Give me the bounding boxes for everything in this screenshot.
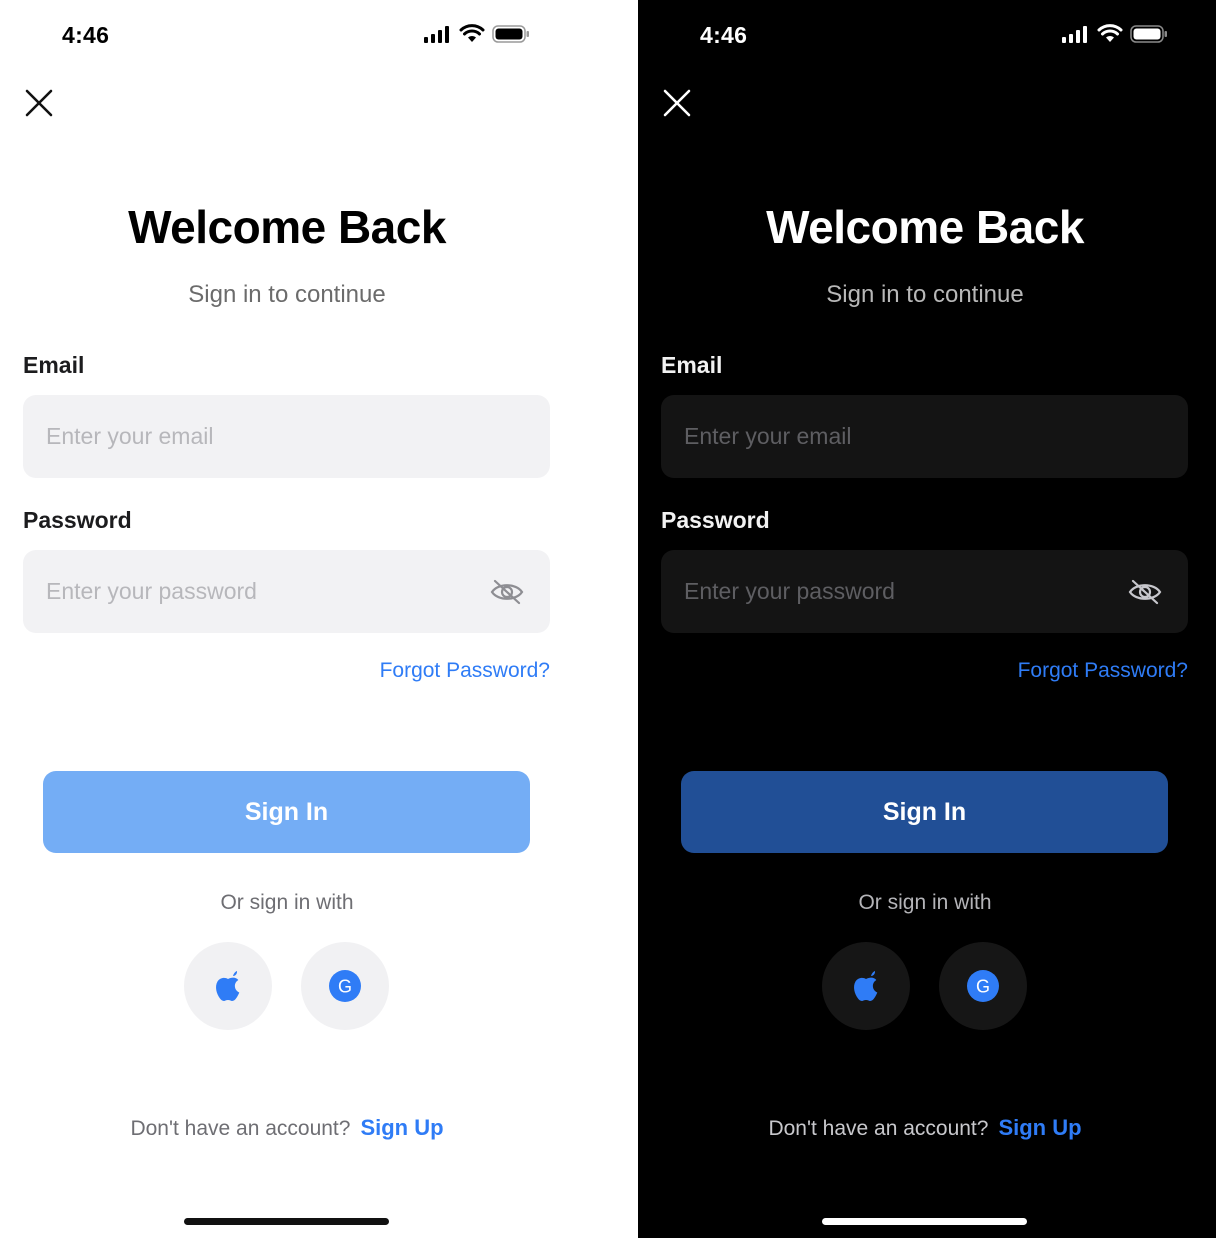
battery-icon (1130, 24, 1167, 43)
password-field-container (661, 550, 1188, 633)
email-field[interactable] (46, 423, 446, 450)
forgot-password-link[interactable]: Forgot Password? (0, 659, 550, 683)
dark-screen: 4:46 Welcome Back Sign in to continue Em… (638, 0, 1216, 1238)
home-indicator (822, 1218, 1027, 1225)
page-subtitle: Sign in to continue (826, 281, 1024, 308)
google-icon: G (967, 970, 999, 1002)
signal-icon (1062, 25, 1087, 43)
apple-icon (216, 971, 240, 1001)
wifi-icon (1097, 24, 1123, 42)
svg-text:G: G (976, 977, 990, 997)
signup-prompt: Don't have an account? Sign Up (638, 1115, 1212, 1141)
eye-slash-icon[interactable] (490, 578, 524, 606)
forgot-password-link[interactable]: Forgot Password? (638, 659, 1188, 683)
apple-icon (854, 971, 878, 1001)
status-time: 4:46 (62, 22, 110, 48)
email-field[interactable] (684, 423, 1084, 450)
svg-text:G: G (338, 977, 352, 997)
light-screen: 4:46 Welcome Back Sign in to continue Em… (0, 0, 638, 1238)
password-field[interactable] (46, 578, 446, 605)
battery-icon (492, 24, 529, 43)
signal-icon (424, 25, 449, 43)
social-divider-text: Or sign in with (220, 891, 354, 914)
sign-up-link[interactable]: Sign Up (998, 1115, 1081, 1140)
signup-prompt: Don't have an account? Sign Up (0, 1115, 574, 1141)
google-sign-in-button[interactable]: G (301, 942, 389, 1030)
eye-slash-icon[interactable] (1128, 578, 1162, 606)
signup-prompt-text: Don't have an account? (130, 1117, 351, 1140)
page-subtitle: Sign in to continue (188, 281, 386, 308)
status-icons (1062, 24, 1168, 43)
signup-prompt-text: Don't have an account? (768, 1117, 989, 1140)
home-indicator (184, 1218, 389, 1225)
password-label: Password (661, 507, 770, 533)
google-icon: G (329, 970, 361, 1002)
apple-sign-in-button[interactable] (822, 942, 910, 1030)
close-icon[interactable] (24, 88, 54, 118)
email-label: Email (661, 352, 723, 378)
sign-up-link[interactable]: Sign Up (360, 1115, 443, 1140)
close-icon[interactable] (662, 88, 692, 118)
email-field-container (23, 395, 550, 478)
sign-in-button[interactable]: Sign In (681, 771, 1168, 853)
google-sign-in-button[interactable]: G (939, 942, 1027, 1030)
password-field-container (23, 550, 550, 633)
page-title: Welcome Back (128, 201, 446, 253)
social-divider-text: Or sign in with (858, 891, 992, 914)
sign-in-button[interactable]: Sign In (43, 771, 530, 853)
password-label: Password (23, 507, 132, 533)
apple-sign-in-button[interactable] (184, 942, 272, 1030)
password-field[interactable] (684, 578, 1084, 605)
wifi-icon (459, 24, 485, 42)
status-time: 4:46 (700, 22, 748, 48)
status-icons (424, 24, 530, 43)
email-label: Email (23, 352, 85, 378)
email-field-container (661, 395, 1188, 478)
page-title: Welcome Back (766, 201, 1084, 253)
